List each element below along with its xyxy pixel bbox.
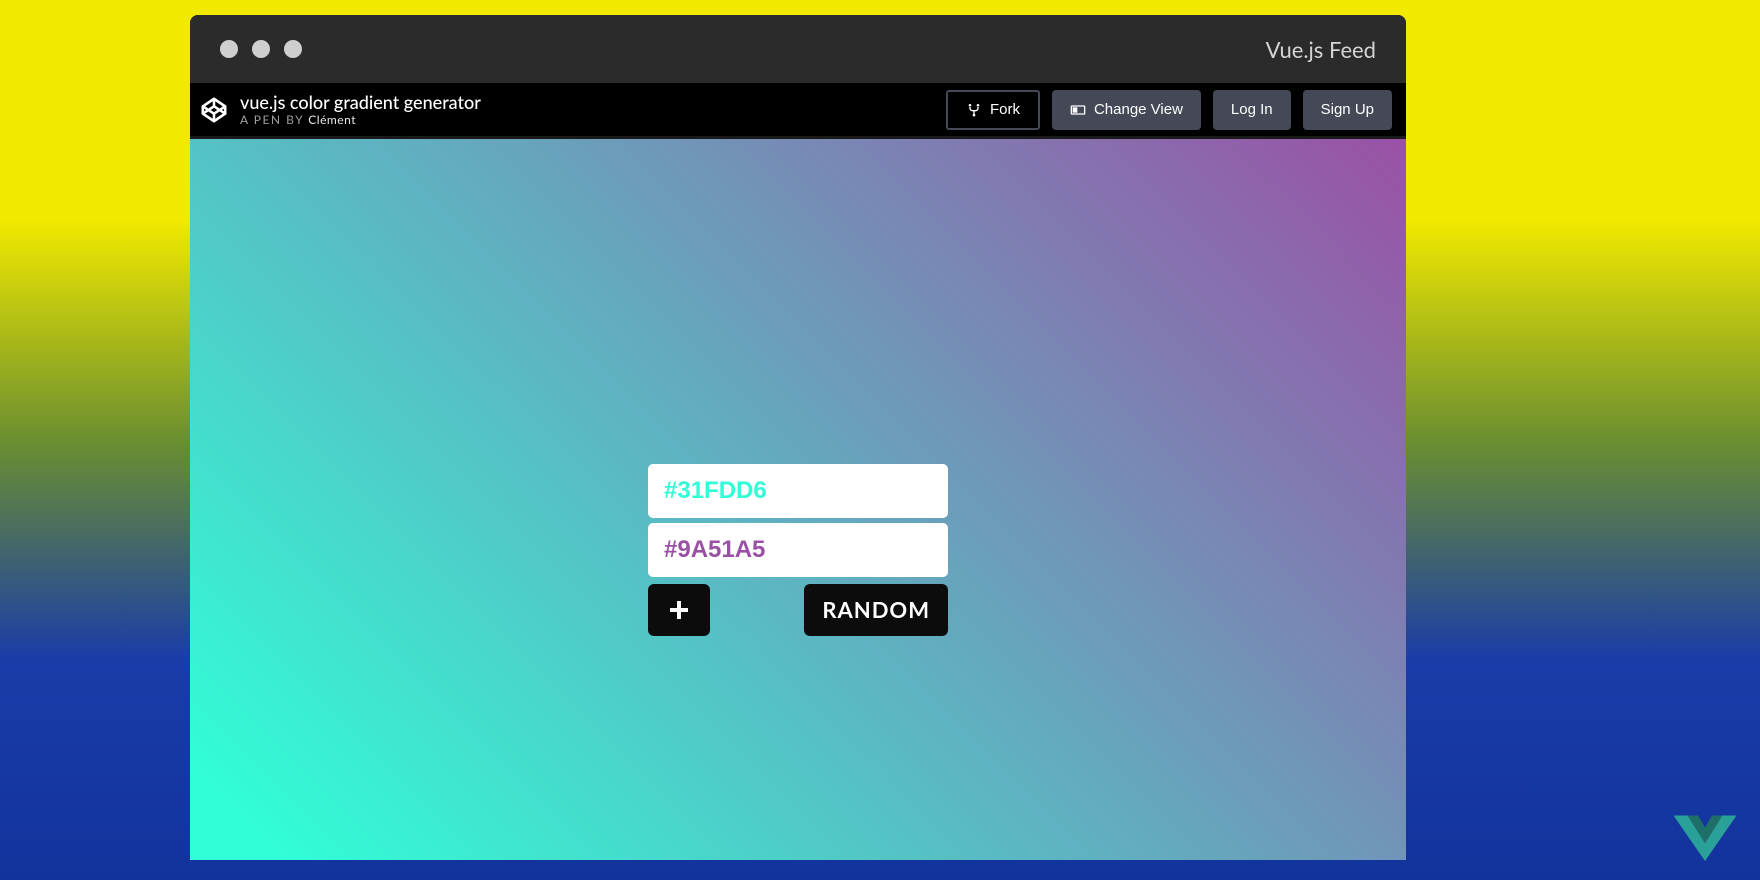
pen-byline: A PEN BY Clément [240, 113, 934, 127]
color-input-1[interactable] [648, 523, 948, 577]
color-panel: RANDOM [648, 464, 948, 636]
pen-author[interactable]: Clément [308, 112, 356, 127]
fork-icon [966, 102, 982, 118]
layout-icon [1070, 102, 1086, 118]
fork-label: Fork [990, 101, 1020, 118]
login-label: Log In [1231, 101, 1273, 118]
fork-button[interactable]: Fork [946, 90, 1040, 130]
random-label: RANDOM [822, 596, 930, 623]
random-button[interactable]: RANDOM [804, 584, 948, 636]
gradient-preview: RANDOM [190, 139, 1406, 860]
codepen-header: vue.js color gradient generator A PEN BY… [190, 83, 1406, 139]
color-row-1 [648, 523, 948, 577]
pen-title: vue.js color gradient generator [240, 92, 934, 113]
signup-button[interactable]: Sign Up [1303, 90, 1392, 130]
browser-window: Vue.js Feed vue.js color gradient genera… [190, 15, 1406, 860]
add-color-button[interactable] [648, 584, 710, 636]
login-button[interactable]: Log In [1213, 90, 1291, 130]
window-max-dot[interactable] [284, 40, 302, 58]
change-view-button[interactable]: Change View [1052, 90, 1201, 130]
pen-meta: vue.js color gradient generator A PEN BY… [240, 92, 934, 126]
color-row-0 [648, 464, 948, 518]
window-close-dot[interactable] [220, 40, 238, 58]
vue-logo-icon [1670, 810, 1740, 870]
codepen-logo-icon [200, 96, 228, 124]
color-input-0[interactable] [648, 464, 948, 518]
change-view-label: Change View [1094, 101, 1183, 118]
window-min-dot[interactable] [252, 40, 270, 58]
traffic-lights [220, 40, 302, 58]
site-title: Vue.js Feed [1266, 36, 1376, 63]
plus-icon [667, 598, 691, 622]
browser-chrome: Vue.js Feed [190, 15, 1406, 83]
signup-label: Sign Up [1321, 101, 1374, 118]
action-row: RANDOM [648, 584, 948, 636]
byline-prefix: A PEN BY [240, 112, 308, 127]
